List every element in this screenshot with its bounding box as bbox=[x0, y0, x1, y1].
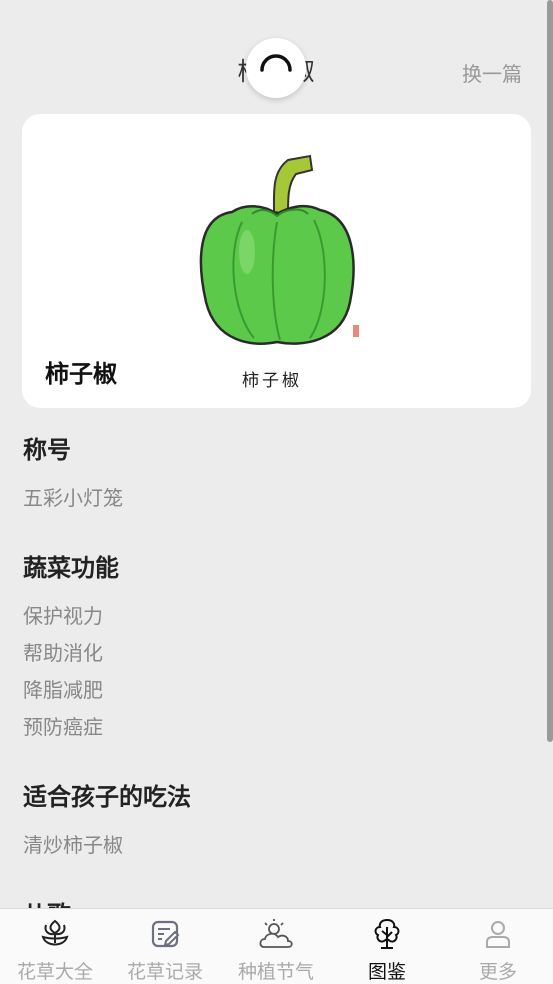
section-title: 称号 bbox=[23, 436, 71, 464]
section-item: 帮助消化 bbox=[23, 641, 103, 665]
header: 柿子椒 换一篇 bbox=[0, 0, 553, 110]
tab-records[interactable]: 花草记录 bbox=[110, 915, 220, 984]
section-title: 蔬菜功能 bbox=[23, 554, 119, 582]
section-benefits-block: 蔬菜功能 保护视力 帮助消化 降脂减肥 预防癌症 bbox=[23, 548, 533, 746]
section-recipe-block: 适合孩子的吃法 清炒柿子椒 bbox=[23, 777, 533, 864]
tab-guide[interactable]: 图鉴 bbox=[332, 915, 442, 984]
plant-details: 称号 五彩小灯笼 蔬菜功能 保护视力 帮助消化 降脂减肥 预防癌症 适合孩子的吃… bbox=[23, 430, 533, 952]
edit-note-icon bbox=[110, 915, 220, 953]
section-item: 清炒柿子椒 bbox=[23, 833, 123, 857]
tab-more[interactable]: 更多 bbox=[443, 915, 553, 984]
tab-label: 花草大全 bbox=[16, 961, 93, 983]
loading-spinner bbox=[246, 38, 306, 98]
section-item: 五彩小灯笼 bbox=[23, 486, 123, 510]
section-item: 预防癌症 bbox=[23, 715, 103, 739]
person-icon bbox=[443, 915, 553, 953]
tab-label: 更多 bbox=[478, 961, 517, 983]
section-title-nickname-block: 称号 五彩小灯笼 bbox=[23, 430, 533, 517]
tab-flowers[interactable]: 花草大全 bbox=[0, 915, 110, 984]
section-title: 适合孩子的吃法 bbox=[23, 783, 191, 811]
image-caption: 柿子椒 bbox=[242, 371, 302, 391]
bottom-tab-bar: 花草大全 花草记录 种植节气 图鉴 更多 bbox=[0, 908, 553, 984]
tab-label: 图鉴 bbox=[367, 961, 406, 983]
bell-pepper-illustration bbox=[199, 154, 359, 345]
weather-icon bbox=[221, 915, 331, 953]
plant-card: 柿子椒 柿子椒 bbox=[22, 114, 531, 408]
tab-label: 花草记录 bbox=[126, 961, 203, 983]
tab-label: 种植节气 bbox=[237, 961, 314, 983]
loading-icon bbox=[260, 54, 292, 72]
switch-article-button[interactable]: 换一篇 bbox=[462, 58, 522, 87]
section-item: 保护视力 bbox=[23, 604, 103, 628]
tree-icon bbox=[332, 915, 442, 953]
plant-name: 柿子椒 bbox=[45, 360, 117, 388]
section-item: 降脂减肥 bbox=[23, 678, 103, 702]
flower-icon bbox=[0, 915, 110, 953]
section-items: 保护视力 帮助消化 降脂减肥 预防癌症 bbox=[23, 598, 533, 746]
tab-solar-terms[interactable]: 种植节气 bbox=[221, 915, 331, 984]
scrollbar[interactable] bbox=[547, 0, 553, 742]
